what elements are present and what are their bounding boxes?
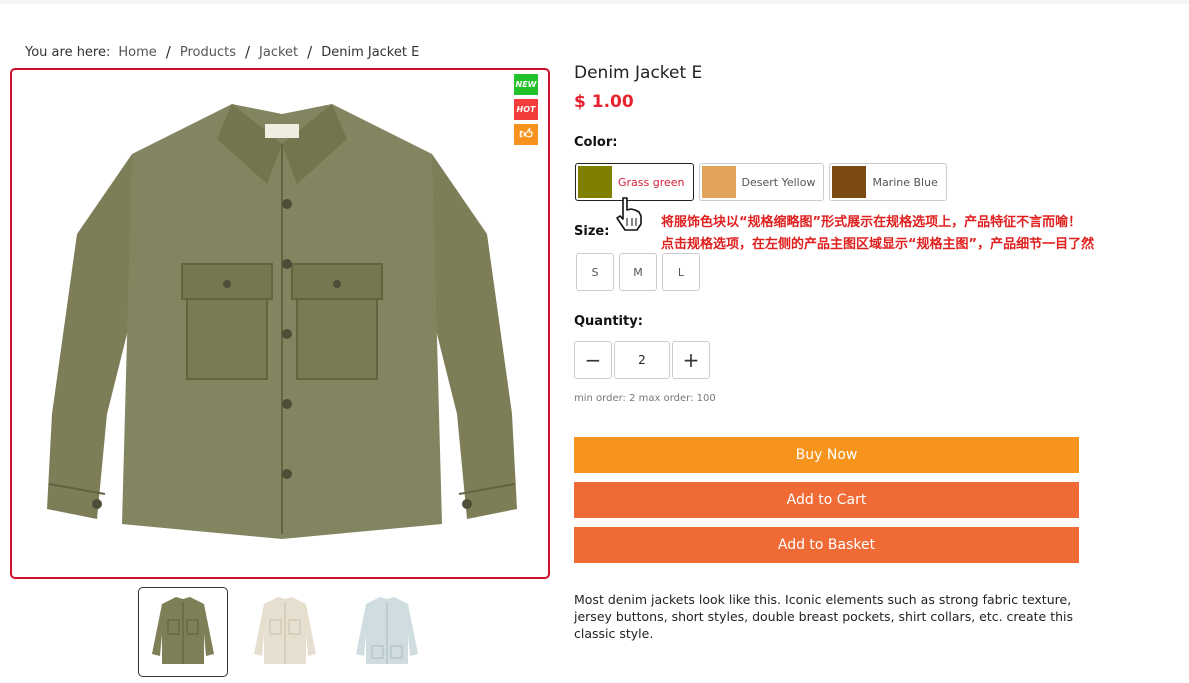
breadcrumb-separator: /	[165, 43, 171, 61]
quantity-stepper: − +	[574, 341, 710, 379]
product-description: Most denim jackets look like this. Iconi…	[574, 592, 1074, 641]
jacket-image	[47, 104, 517, 539]
thumbnail-jacket-image	[356, 597, 418, 664]
thumbnail-light-blue-jacket[interactable]	[342, 587, 432, 677]
thumbs-up-icon: 👍︎	[514, 124, 538, 145]
hand-cursor-icon	[616, 197, 642, 231]
breadcrumb-products[interactable]: Products	[180, 45, 236, 60]
thumbnail-cream-jacket[interactable]	[240, 587, 330, 677]
quantity-label: Quantity:	[574, 314, 643, 329]
breadcrumb-jacket[interactable]: Jacket	[259, 45, 298, 60]
size-option-s[interactable]: S	[576, 253, 614, 291]
color-swatch	[578, 166, 612, 198]
breadcrumb-current: Denim Jacket E	[321, 44, 420, 60]
color-option-label: Desert Yellow	[741, 175, 816, 189]
hot-badge: HOT	[514, 99, 538, 120]
color-option-marine-blue[interactable]: Marine Blue	[829, 163, 947, 201]
annotation-line-2: 点击规格选项，在左侧的产品主图区域显示“规格主图”，产品细节一目了然	[661, 237, 1095, 252]
color-swatch	[701, 166, 736, 198]
color-label: Color:	[574, 135, 618, 150]
thumbnail-jacket-image	[152, 597, 214, 664]
quantity-input[interactable]	[614, 341, 670, 379]
color-option-label: Marine Blue	[872, 175, 938, 189]
annotation-line-1: 将服饰色块以“规格缩略图”形式展示在规格选项上，产品特征不言而喻！	[661, 215, 1082, 230]
add-to-basket-button[interactable]: Add to Basket	[574, 527, 1079, 563]
color-option-label: Grass green	[618, 175, 685, 189]
quantity-decrease-button[interactable]: −	[574, 341, 612, 379]
order-limits-note: min order: 2 max order: 100	[574, 393, 716, 404]
breadcrumb-prefix: You are here:	[25, 44, 111, 60]
thumbnail-olive-jacket[interactable]	[138, 587, 228, 677]
add-to-cart-button[interactable]: Add to Cart	[574, 482, 1079, 518]
buy-now-button[interactable]: Buy Now	[574, 437, 1079, 473]
breadcrumb-separator: /	[244, 43, 251, 61]
breadcrumb: You are here: Home / Products / Jacket /…	[25, 43, 419, 61]
color-option-desert-yellow[interactable]: Desert Yellow	[698, 163, 825, 201]
thumbnail-gallery	[138, 587, 432, 677]
product-title: Denim Jacket E	[574, 63, 703, 83]
breadcrumb-separator: /	[307, 43, 313, 61]
top-bar	[0, 0, 1189, 4]
size-option-m[interactable]: M	[619, 253, 657, 291]
size-option-l[interactable]: L	[662, 253, 700, 291]
product-price: $ 1.00	[574, 92, 634, 112]
new-badge: NEW	[514, 74, 538, 95]
size-options: S M L	[576, 253, 700, 291]
main-product-image[interactable]: NEW HOT 👍︎	[10, 68, 550, 579]
color-swatch	[832, 166, 867, 198]
thumbnail-jacket-image	[254, 597, 316, 664]
size-label: Size:	[574, 224, 610, 239]
quantity-increase-button[interactable]: +	[672, 341, 710, 379]
breadcrumb-home[interactable]: Home	[118, 45, 156, 60]
